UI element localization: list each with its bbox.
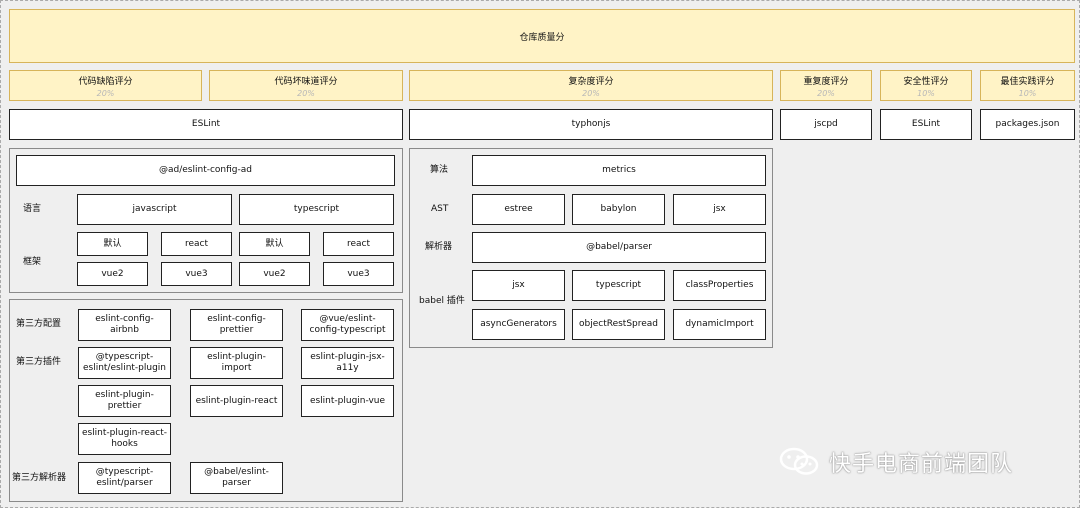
score-weight: 10% <box>1018 88 1037 98</box>
third-party-parser-label: 第三方解析器 <box>12 473 67 483</box>
score-node-complexity: 复杂度评分 20% <box>409 70 773 101</box>
score-label: 安全性评分 <box>903 76 949 87</box>
root-title: 仓库质量分 <box>519 32 565 43</box>
third-party-parser-node: @babel/eslint-parser <box>190 462 283 494</box>
babel-plugins-label: babel 插件 <box>419 296 465 306</box>
eslint-config-node: @ad/eslint-config-ad <box>16 155 395 186</box>
babel-plugin-node: classProperties <box>673 270 766 301</box>
diagram-canvas: 仓库质量分 代码缺陷评分 20% 代码坏味道评分 20% 复杂度评分 20% 重… <box>0 0 1080 508</box>
framework-node: vue3 <box>323 262 394 286</box>
ast-node: jsx <box>673 194 766 225</box>
algo-node: metrics <box>472 155 766 186</box>
ast-label: AST <box>431 204 449 214</box>
language-node: javascript <box>77 194 232 225</box>
score-node-duplication: 重复度评分 20% <box>780 70 872 101</box>
score-node-smell: 代码坏味道评分 20% <box>209 70 403 101</box>
framework-node: react <box>161 232 232 256</box>
score-node-best-practice: 最佳实践评分 10% <box>980 70 1075 101</box>
wechat-icon <box>779 447 821 477</box>
score-label: 重复度评分 <box>803 76 849 87</box>
framework-node: vue2 <box>239 262 310 286</box>
watermark-text: 快手电商前端团队 <box>829 452 1014 477</box>
third-party-plugin-node: eslint-plugin-react-hooks <box>78 423 171 455</box>
babel-plugin-node: jsx <box>472 270 565 301</box>
third-party-plugin-label: 第三方插件 <box>16 357 62 367</box>
score-label: 代码缺陷评分 <box>78 76 133 87</box>
tool-packages-json: packages.json <box>980 109 1075 140</box>
score-label: 代码坏味道评分 <box>274 76 338 87</box>
framework-label: 框架 <box>23 257 42 267</box>
score-weight: 20% <box>297 88 315 98</box>
ast-node: estree <box>472 194 565 225</box>
framework-node: react <box>323 232 394 256</box>
ast-node: babylon <box>572 194 665 225</box>
score-node-security: 安全性评分 10% <box>880 70 972 101</box>
tool-eslint-security: ESLint <box>880 109 972 140</box>
tool-jscpd: jscpd <box>780 109 872 140</box>
babel-plugin-node: objectRestSpread <box>572 309 665 340</box>
language-node: typescript <box>239 194 394 225</box>
third-party-plugin-node: eslint-plugin-import <box>190 347 283 379</box>
language-label: 语言 <box>23 204 42 214</box>
third-party-config-node: @vue/eslint-config-typescript <box>301 309 394 341</box>
score-weight: 20% <box>96 88 115 98</box>
third-party-plugin-node: @typescript-eslint/eslint-plugin <box>78 347 171 379</box>
score-weight: 10% <box>917 88 935 98</box>
third-party-plugin-node: eslint-plugin-prettier <box>78 385 171 417</box>
framework-node: vue3 <box>161 262 232 286</box>
third-party-plugin-node: eslint-plugin-jsx-a11y <box>301 347 394 379</box>
babel-plugin-node: dynamicImport <box>673 309 766 340</box>
score-node-defect: 代码缺陷评分 20% <box>9 70 202 101</box>
parser-label: 解析器 <box>425 242 453 252</box>
score-label: 复杂度评分 <box>568 76 614 87</box>
third-party-config-label: 第三方配置 <box>16 319 62 329</box>
score-weight: 20% <box>817 88 835 98</box>
babel-plugin-node: asyncGenerators <box>472 309 565 340</box>
framework-node: 默认 <box>239 232 310 256</box>
tool-eslint: ESLint <box>9 109 403 140</box>
framework-node: vue2 <box>77 262 148 286</box>
third-party-plugin-node: eslint-plugin-react <box>190 385 283 417</box>
tool-typhonjs: typhonjs <box>409 109 773 140</box>
root-node: 仓库质量分 <box>9 9 1075 63</box>
score-label: 最佳实践评分 <box>1000 76 1055 87</box>
algo-label: 算法 <box>430 165 449 175</box>
watermark: 快手电商前端团队 <box>779 445 1013 479</box>
babel-plugin-node: typescript <box>572 270 665 301</box>
third-party-plugin-node: eslint-plugin-vue <box>301 385 394 417</box>
third-party-config-node: eslint-config-prettier <box>190 309 283 341</box>
third-party-parser-node: @typescript-eslint/parser <box>78 462 171 494</box>
framework-node: 默认 <box>77 232 148 256</box>
parser-node: @babel/parser <box>472 232 766 263</box>
score-weight: 20% <box>582 88 600 98</box>
third-party-config-node: eslint-config-airbnb <box>78 309 171 341</box>
